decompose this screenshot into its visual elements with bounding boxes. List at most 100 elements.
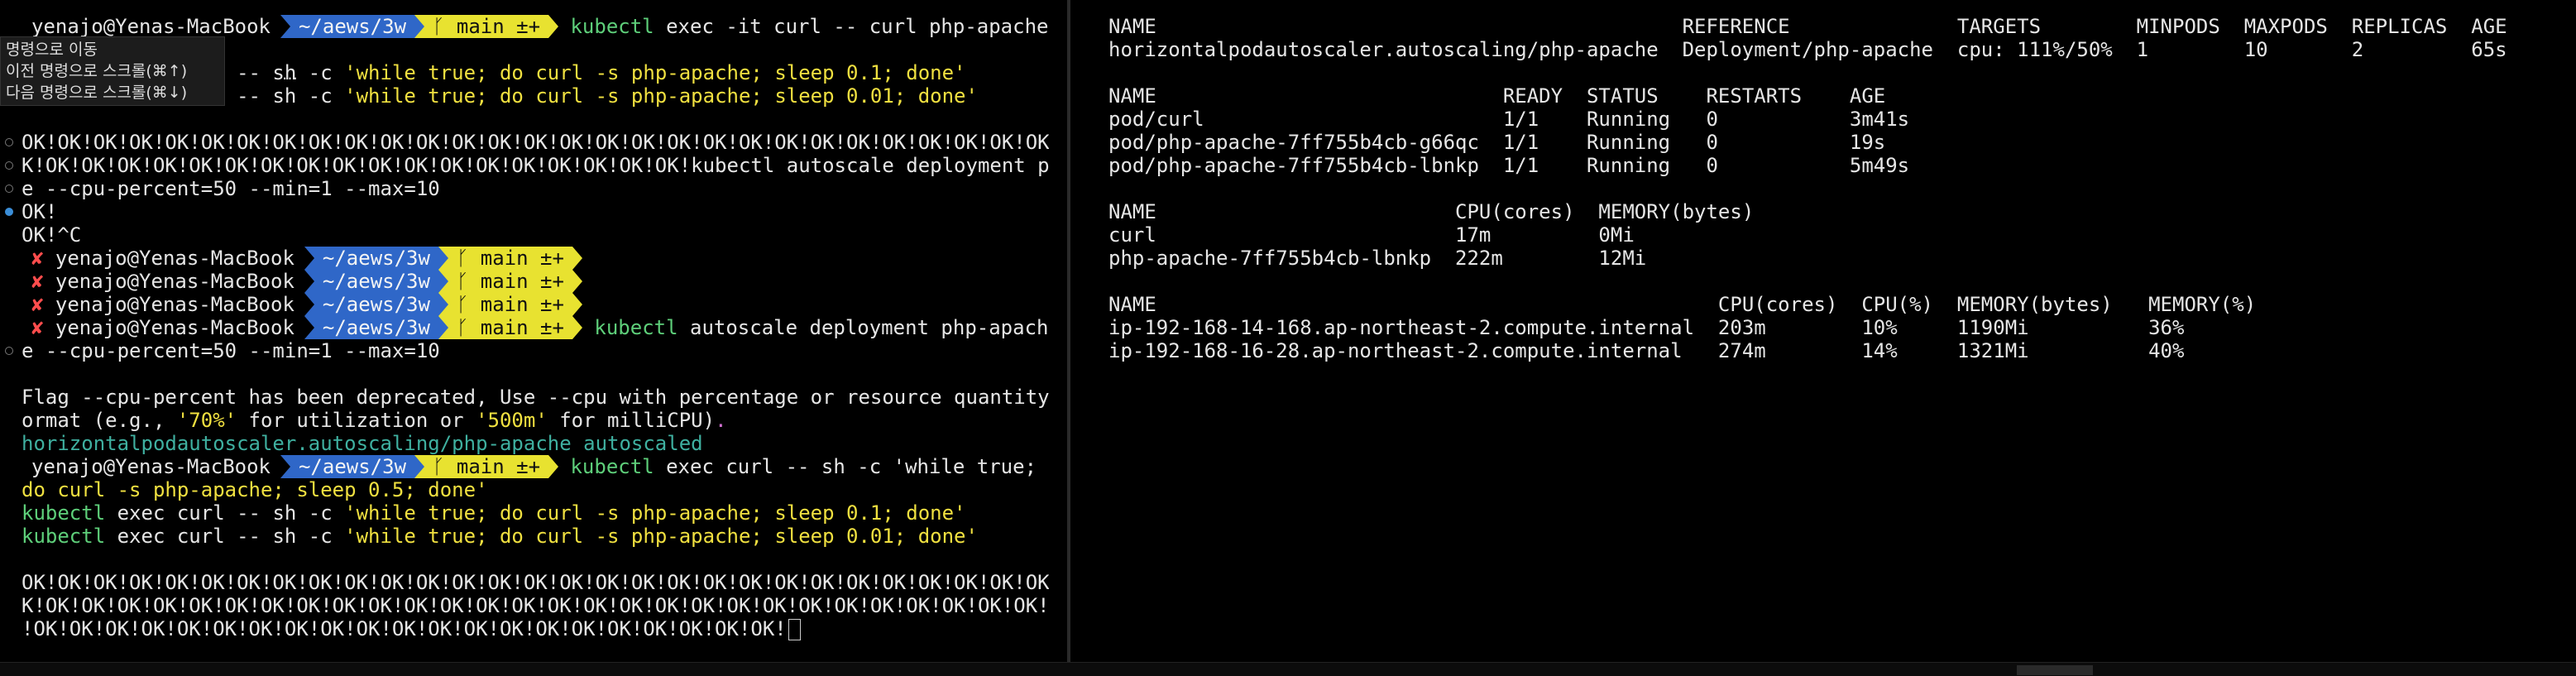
table-cell: 1 [2136, 38, 2244, 61]
terminal-line: OK!OK!OK!OK!OK!OK!OK!OK!OK!OK!OK!OK!OK!O… [22, 571, 1049, 594]
terminal-line: OK! [5, 200, 1049, 223]
column-header: MEMORY(%) [2148, 293, 2268, 316]
tooltip-item-prev-command[interactable]: 이전 명령으로 스크롤(⌘↑) [6, 60, 219, 82]
left-terminal-output: yenajo@Yenas-MacBook ~/aews/3w ᚴ main ±+ k… [5, 15, 1049, 640]
command-navigation-tooltip[interactable]: 명령으로 이동 이전 명령으로 스크롤(⌘↑) 다음 명령으로 스크롤(⌘↓) … [0, 36, 298, 106]
terminal-line: kubectl exec curl -- sh -c 'while true; … [22, 525, 1049, 548]
command-name: kubectl [570, 455, 654, 478]
prompt-end [572, 270, 582, 293]
table-row: horizontalpodautoscaler.autoscaling/php-… [1108, 38, 2519, 61]
command-marker-dot[interactable] [5, 185, 13, 193]
terminal-text: kubectl [22, 501, 106, 525]
prompt-user: yenajo@Yenas-MacBook [22, 455, 280, 478]
terminal-text: ormat (e.g., [22, 409, 177, 432]
terminal-text: for milliCPU) [547, 409, 716, 432]
prompt-end [548, 455, 559, 478]
column-header: AGE [2471, 15, 2520, 38]
command-args: exec -it curl -- curl php-apache [654, 15, 1049, 38]
column-header: TARGETS [1956, 15, 2137, 38]
column-header: REFERENCE [1682, 15, 1957, 38]
terminal-text: '70%' [176, 409, 237, 432]
error-icon: ✘ [31, 247, 55, 270]
prompt-user: ✘ yenajo@Yenas-MacBook [22, 247, 304, 270]
terminal-text: OK! [22, 200, 58, 223]
terminal-text: e --cpu-percent=50 --min=1 --max=10 [22, 177, 440, 200]
terminal-line: ✘ yenajo@Yenas-MacBook ~/aews/3w ᚴ main ±+… [22, 316, 1049, 339]
command-status-dot[interactable] [5, 208, 13, 216]
error-icon: ✘ [31, 270, 55, 293]
table-row: pod/php-apache-7ff755b4cb-lbnkp 1/1 Runn… [1108, 154, 2519, 177]
table-cell: 10% [1861, 316, 1957, 339]
terminal-text: 'while true; do curl -s php-apache; slee… [344, 61, 966, 84]
prompt-end [572, 293, 582, 316]
prompt-end [548, 15, 559, 38]
table-cell: Running [1586, 108, 1707, 131]
table-header: NAME REFERENCE TARGETS MINPODS MAXPODS R… [1108, 15, 2519, 38]
table-cell: ip-192-168-14-168.ap-northeast-2.compute… [1108, 316, 1718, 339]
terminal-text: Flag --cpu-percent has been deprecated, … [22, 386, 1049, 409]
command-args: exec curl -- sh -c 'while true; [654, 455, 1037, 478]
tooltip-overflow: … [282, 65, 298, 84]
command-marker-dot[interactable] [5, 347, 13, 355]
column-header: MEMORY(bytes) [1598, 200, 1766, 223]
prompt-path: ~/aews/3w [304, 316, 438, 339]
table-cell: Deployment/php-apache [1682, 38, 1957, 61]
table-cell: 3m41s [1849, 108, 1922, 131]
table-row: curl 17m 0Mi [1108, 223, 2519, 247]
left-terminal-pane[interactable]: yenajo@Yenas-MacBook ~/aews/3w ᚴ main ±+ k… [0, 0, 1049, 662]
table-cell: 1/1 [1502, 154, 1587, 177]
prompt-git-branch: ᚴ main ±+ [438, 247, 572, 270]
table-cell: 0 [1706, 108, 1850, 131]
terminal-text: e --cpu-percent=50 --min=1 --max=10 [22, 339, 440, 362]
terminal-text: kubectl [22, 525, 106, 548]
prompt-user: ✘ yenajo@Yenas-MacBook [22, 316, 304, 339]
table-cell: 17m [1455, 223, 1599, 247]
column-header: NAME [1108, 293, 1718, 316]
table-row: ip-192-168-16-28.ap-northeast-2.compute.… [1108, 339, 2519, 362]
table-cell: 1190Mi [1956, 316, 2149, 339]
prompt-path: ~/aews/3w [304, 247, 438, 270]
terminal-text: OK!OK!OK!OK!OK!OK!OK!OK!OK!OK!OK!OK!OK!O… [22, 571, 1049, 594]
table-cell: horizontalpodautoscaler.autoscaling/php-… [1108, 38, 1683, 61]
column-header: NAME [1108, 84, 1503, 108]
terminal-text: K!OK!OK!OK!OK!OK!OK!OK!OK!OK!OK!OK!OK!OK… [22, 154, 1049, 177]
table-row: ip-192-168-14-168.ap-northeast-2.compute… [1108, 316, 2519, 339]
command-marker-dot[interactable] [5, 138, 13, 146]
terminal-line: do curl -s php-apache; sleep 0.5; done' [22, 478, 1049, 501]
terminal-line: ✘ yenajo@Yenas-MacBook ~/aews/3w ᚴ main ±+ [22, 293, 1049, 316]
right-terminal-pane[interactable]: NAME REFERENCE TARGETS MINPODS MAXPODS R… [1074, 0, 2576, 662]
prompt-path: ~/aews/3w [304, 293, 438, 316]
table-cell: 203m [1717, 316, 1862, 339]
table-cell: 222m [1455, 247, 1599, 270]
terminal-cursor [788, 619, 801, 640]
table-cell: 1/1 [1502, 131, 1587, 154]
command-name: kubectl [570, 15, 654, 38]
top-pods-table: NAME CPU(cores) MEMORY(bytes) curl 17m 0… [1108, 200, 2519, 270]
prompt-git-branch: ᚴ main ±+ [438, 293, 572, 316]
prompt-git-branch: ᚴ main ±+ [438, 270, 572, 293]
table-cell: 14% [1861, 339, 1957, 362]
terminal-text: exec curl -- sh -c [105, 525, 345, 548]
terminal-text: OK!^C [22, 223, 82, 247]
command-name: kubectl [594, 316, 678, 339]
error-icon: ✘ [31, 316, 55, 339]
tooltip-item-goto-command[interactable]: 명령으로 이동 [6, 39, 219, 60]
prompt-path: ~/aews/3w [280, 455, 415, 478]
pane-divider[interactable] [1067, 0, 1070, 662]
table-row: pod/curl 1/1 Running 0 3m41s [1108, 108, 2519, 131]
table-cell: 0Mi [1598, 223, 1766, 247]
table-header: NAME CPU(cores) MEMORY(bytes) [1108, 200, 2519, 223]
table-cell: 19s [1849, 131, 1922, 154]
top-nodes-table: NAME CPU(cores) CPU(%) MEMORY(bytes) MEM… [1108, 293, 2519, 362]
terminal-line: OK!OK!OK!OK!OK!OK!OK!OK!OK!OK!OK!OK!OK!O… [5, 131, 1049, 154]
table-cell: 1/1 [1502, 108, 1587, 131]
column-header: CPU(cores) [1455, 200, 1599, 223]
command-marker-dot[interactable] [5, 161, 13, 170]
column-header: REPLICAS [2351, 15, 2472, 38]
column-header: NAME [1108, 200, 1456, 223]
tooltip-item-next-command[interactable]: 다음 명령으로 스크롤(⌘↓) [6, 82, 219, 103]
hpa-table: NAME REFERENCE TARGETS MINPODS MAXPODS R… [1108, 15, 2519, 61]
horizontal-scroll-thumb[interactable] [2017, 665, 2093, 675]
